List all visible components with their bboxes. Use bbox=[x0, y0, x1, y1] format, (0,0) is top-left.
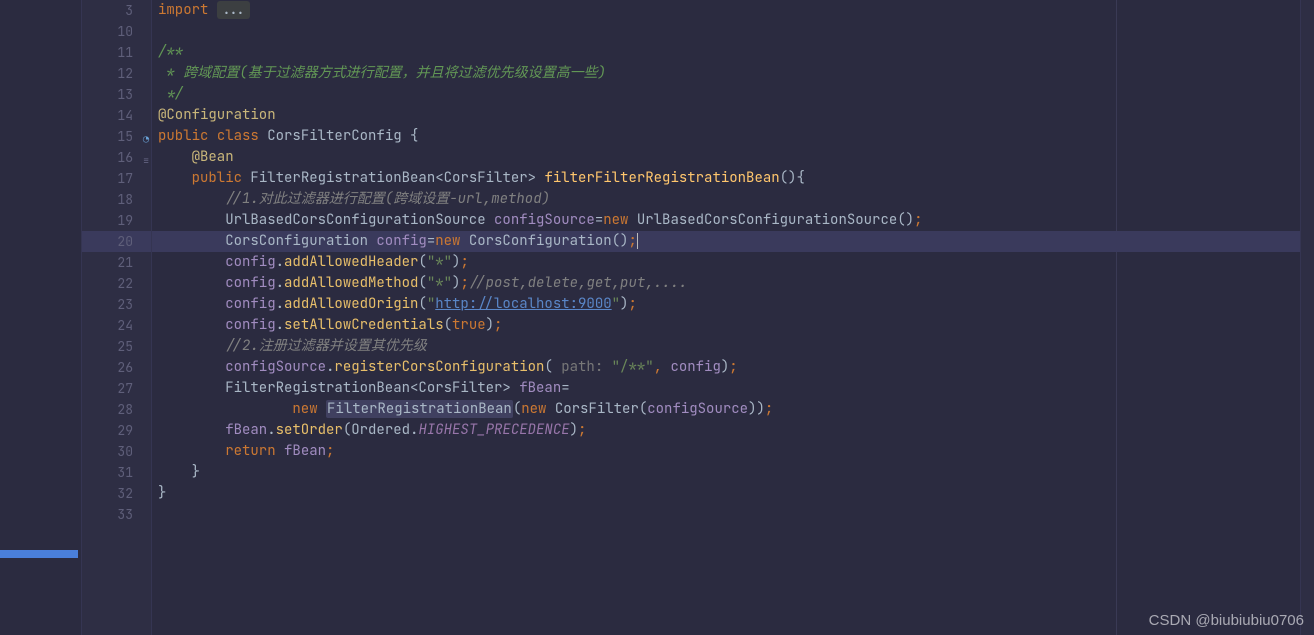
comment: //1.对此过滤器进行配置(跨域设置-url,method) bbox=[225, 190, 550, 208]
line-number[interactable]: 32 bbox=[82, 483, 151, 504]
code-line: //2.注册过滤器并设置其优先级 bbox=[152, 336, 1314, 357]
type-frb: FilterRegistrationBean bbox=[250, 169, 435, 187]
code-line: UrlBasedCorsConfigurationSource configSo… bbox=[152, 210, 1314, 231]
code-line: //1.对此过滤器进行配置(跨域设置-url,method) bbox=[152, 189, 1314, 210]
editor: 3101112131415◔16≡17181920212223242526272… bbox=[0, 0, 1314, 635]
line-number[interactable]: 33 bbox=[82, 504, 151, 525]
line-number[interactable]: 12 bbox=[82, 63, 151, 84]
line-number[interactable]: 22 bbox=[82, 273, 151, 294]
var-configSource: configSource bbox=[494, 211, 595, 229]
line-number[interactable]: 23 bbox=[82, 294, 151, 315]
code-line: ⊟ public FilterRegistrationBean<CorsFilt… bbox=[152, 168, 1314, 189]
method-setAllowCredentials: setAllowCredentials bbox=[284, 316, 444, 334]
method-name: filterFilterRegistrationBean bbox=[544, 169, 779, 187]
class-name: CorsFilterConfig bbox=[267, 127, 410, 145]
keyword-public: public bbox=[192, 169, 251, 187]
line-number[interactable]: 18 bbox=[82, 189, 151, 210]
annotation-bean: @Bean bbox=[192, 148, 234, 166]
vertical-scrollbar[interactable] bbox=[1300, 0, 1314, 635]
type-corsfilter: CorsFilter bbox=[444, 169, 528, 187]
param-hint-path: path: bbox=[553, 358, 612, 376]
keyword-class: class bbox=[217, 127, 267, 145]
code-line: ⊞import ... bbox=[152, 0, 1314, 21]
line-number[interactable]: 17 bbox=[82, 168, 151, 189]
watermark: CSDN @biubiubiu0706 bbox=[1149, 612, 1304, 629]
code-line: @Configuration bbox=[152, 105, 1314, 126]
line-number[interactable]: 21 bbox=[82, 252, 151, 273]
line-number[interactable]: 26 bbox=[82, 357, 151, 378]
line-number[interactable]: 25 bbox=[82, 336, 151, 357]
code-line-empty bbox=[152, 21, 1314, 42]
javadoc-body: * 跨域配置(基于过滤器方式进行配置，并且将过滤优先级设置高一些) bbox=[158, 64, 606, 82]
brace-close: } bbox=[192, 463, 200, 481]
line-number[interactable]: 30 bbox=[82, 441, 151, 462]
javadoc-open: /** bbox=[158, 43, 183, 61]
keyword-import: import bbox=[158, 1, 208, 19]
code-line: configSource.registerCorsConfiguration( … bbox=[152, 357, 1314, 378]
code-line: public class CorsFilterConfig { bbox=[152, 126, 1314, 147]
annotation-configuration: @Configuration bbox=[158, 106, 276, 124]
method-addAllowedOrigin: addAllowedOrigin bbox=[284, 295, 418, 313]
line-number[interactable]: 27 bbox=[82, 378, 151, 399]
code-line: config.addAllowedHeader("*"); bbox=[152, 252, 1314, 273]
brace-close: } bbox=[158, 484, 166, 502]
string-url[interactable]: http://localhost:9000 bbox=[435, 295, 611, 313]
line-number[interactable]: 29 bbox=[82, 420, 151, 441]
code-area[interactable]: ⊞import ... ⊟/** * 跨域配置(基于过滤器方式进行配置，并且将过… bbox=[152, 0, 1314, 635]
comment: //post,delete,get,put,.... bbox=[469, 274, 687, 292]
code-line: new FilterRegistrationBean(new CorsFilte… bbox=[152, 399, 1314, 420]
line-number[interactable]: 13 bbox=[82, 84, 151, 105]
code-line: ⌐ */ bbox=[152, 84, 1314, 105]
line-number[interactable]: 24 bbox=[82, 315, 151, 336]
caret bbox=[637, 233, 638, 249]
method-addAllowedMethod: addAllowedMethod bbox=[284, 274, 418, 292]
code-line: ⊟/** bbox=[152, 42, 1314, 63]
gutter[interactable]: 3101112131415◔16≡17181920212223242526272… bbox=[82, 0, 152, 635]
code-line: } bbox=[152, 483, 1314, 504]
line-number[interactable]: 16≡ bbox=[82, 147, 151, 168]
code-line: ⊟ @Bean bbox=[152, 147, 1314, 168]
code-line: FilterRegistrationBean<CorsFilter> fBean… bbox=[152, 378, 1314, 399]
line-number[interactable]: 15◔ bbox=[82, 126, 151, 147]
code-line-empty bbox=[152, 504, 1314, 525]
code-line: return fBean; bbox=[152, 441, 1314, 462]
method-setOrder: setOrder bbox=[276, 421, 343, 439]
brace-open: { bbox=[410, 127, 418, 145]
line-number[interactable]: 3 bbox=[82, 0, 151, 21]
boolean-true: true bbox=[452, 316, 486, 334]
line-number[interactable]: 10 bbox=[82, 21, 151, 42]
var-config: config bbox=[376, 232, 426, 250]
gutter-nav-icon[interactable]: ≡ bbox=[137, 150, 149, 162]
line-number[interactable]: 19 bbox=[82, 210, 151, 231]
sidebar bbox=[0, 0, 82, 635]
gutter-implements-icon[interactable]: ◔ bbox=[137, 129, 149, 141]
javadoc-close: */ bbox=[158, 85, 183, 103]
comment: //2.注册过滤器并设置其优先级 bbox=[225, 337, 427, 355]
folded-imports[interactable]: ... bbox=[217, 1, 250, 19]
code-line: config.addAllowedMethod("*");//post,dele… bbox=[152, 273, 1314, 294]
keyword-public: public bbox=[158, 127, 217, 145]
line-number[interactable]: 20 bbox=[82, 231, 151, 252]
keyword-return: return bbox=[225, 442, 284, 460]
line-number[interactable]: 11 bbox=[82, 42, 151, 63]
code-line: * 跨域配置(基于过滤器方式进行配置，并且将过滤优先级设置高一些) bbox=[152, 63, 1314, 84]
line-number[interactable]: 28 bbox=[82, 399, 151, 420]
code-line: ⌐ } bbox=[152, 462, 1314, 483]
method-registerCorsConfiguration: registerCorsConfiguration bbox=[334, 358, 544, 376]
var-fBean: fBean bbox=[519, 379, 561, 397]
highlight-FilterRegistrationBean: FilterRegistrationBean bbox=[326, 400, 513, 418]
code-line: fBean.setOrder(Ordered.HIGHEST_PRECEDENC… bbox=[152, 420, 1314, 441]
current-line: CorsConfiguration config=new CorsConfigu… bbox=[152, 231, 1314, 252]
method-addAllowedHeader: addAllowedHeader bbox=[284, 253, 418, 271]
code-line: config.setAllowCredentials(true); bbox=[152, 315, 1314, 336]
constant-HIGHEST_PRECEDENCE: HIGHEST_PRECEDENCE bbox=[418, 421, 569, 439]
code-line: config.addAllowedOrigin("http://localhos… bbox=[152, 294, 1314, 315]
line-number[interactable]: 31 bbox=[82, 462, 151, 483]
line-number[interactable]: 14 bbox=[82, 105, 151, 126]
sidebar-marker bbox=[0, 550, 78, 558]
